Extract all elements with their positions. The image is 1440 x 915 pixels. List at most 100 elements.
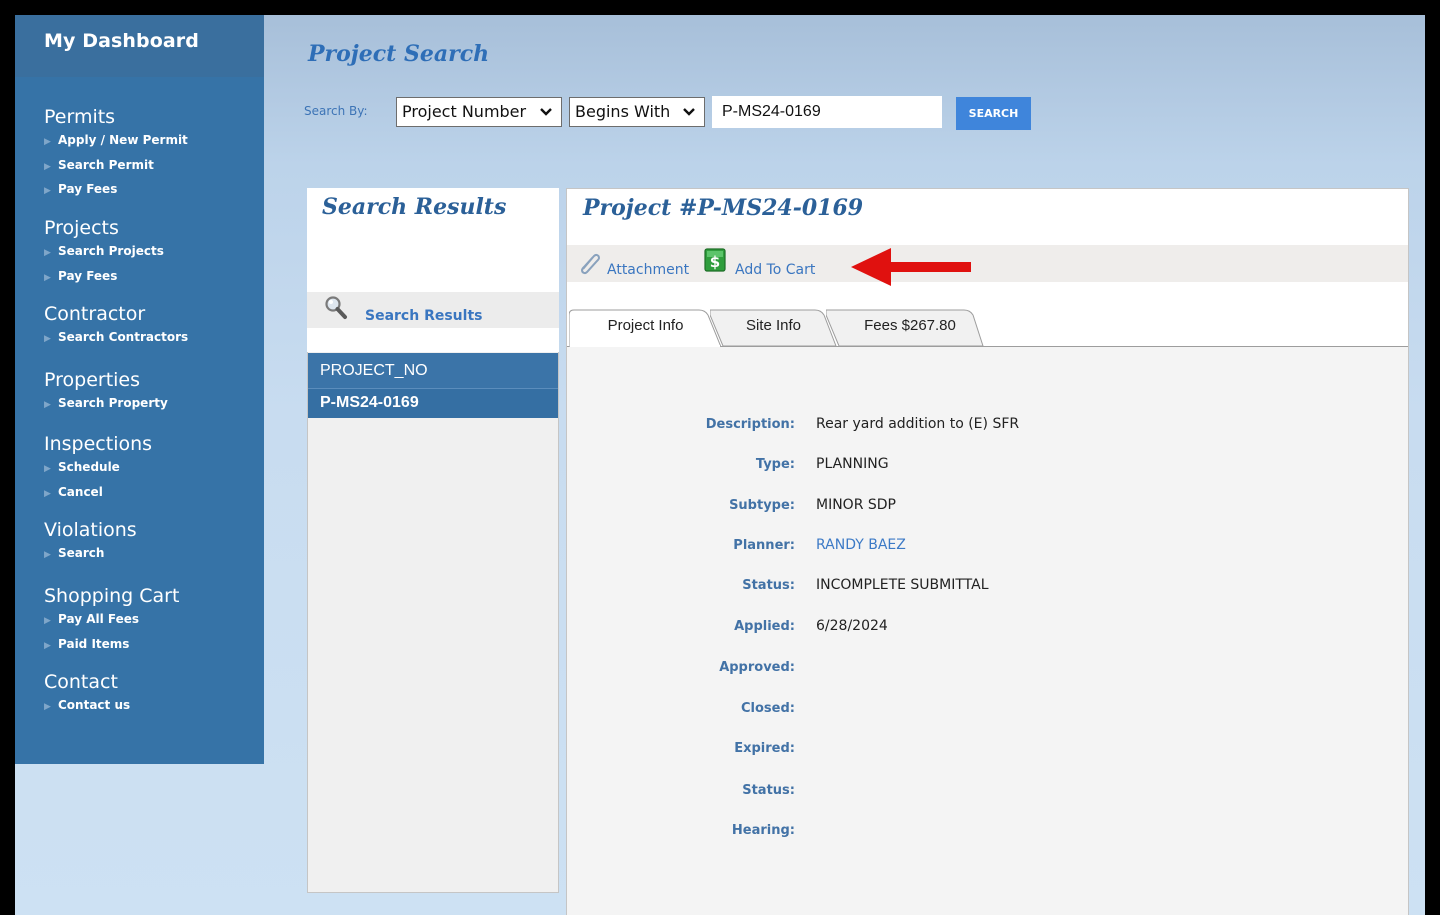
search-results-link[interactable]: Search Results: [365, 308, 482, 324]
svg-text:$: $: [710, 253, 720, 271]
sidebar-item-project-pay-fees[interactable]: ▶ Pay Fees: [44, 265, 164, 290]
sidebar-item-label: Pay All Fees: [58, 612, 140, 626]
sidebar-item-search-contractors[interactable]: ▶ Search Contractors: [44, 326, 188, 351]
triangle-right-icon: ▶: [44, 334, 51, 344]
tab-label: Site Info: [745, 317, 802, 334]
sidebar-item-search-permit[interactable]: ▶ Search Permit: [44, 154, 188, 179]
search-by-label: Search By:: [304, 104, 368, 118]
project-title: Project #P-MS24-0169: [583, 195, 864, 221]
field-label-description: Description:: [705, 417, 795, 432]
field-label-applied: Applied:: [734, 619, 795, 634]
project-info-details: Description: Rear yard addition to (E) S…: [567, 347, 1408, 915]
sidebar-item-label: Cancel: [58, 484, 103, 499]
sidebar-section-title: Violations: [44, 519, 137, 541]
field-value-type: PLANNING: [816, 456, 889, 472]
sidebar-section-violations: Violations ▶ Search: [44, 518, 137, 567]
sidebar-section-contractor: Contractor ▶ Search Contractors: [44, 302, 188, 351]
sidebar-section-title: Shopping Cart: [44, 585, 180, 607]
planner-link[interactable]: RANDY BAEZ: [816, 537, 906, 553]
sidebar-item-label: Paid Items: [58, 636, 130, 651]
red-arrow-icon: [851, 248, 971, 286]
results-row[interactable]: P-MS24-0169: [308, 388, 558, 418]
tab-fees[interactable]: Fees $267.80: [826, 309, 986, 347]
attachment-link[interactable]: Attachment: [607, 262, 689, 278]
sidebar-item-paid-items[interactable]: ▶ Paid Items: [44, 633, 179, 658]
search-input[interactable]: [712, 96, 942, 128]
match-type-select-value: Begins With: [575, 102, 671, 121]
tab-label: Fees $267.80: [864, 317, 956, 334]
sidebar-section-properties: Properties ▶ Search Property: [44, 368, 168, 417]
results-spacer: [307, 328, 559, 352]
triangle-right-icon: ▶: [44, 161, 51, 172]
sidebar-item-pay-all-fees[interactable]: ▶ Pay All Fees: [44, 608, 179, 633]
sidebar-dashboard-link[interactable]: My Dashboard: [15, 15, 264, 77]
sidebar-item-violations-search[interactable]: ▶ Search: [44, 542, 137, 567]
add-to-cart-link[interactable]: Add To Cart: [735, 262, 815, 278]
sidebar-section-title: Contact: [44, 671, 118, 693]
triangle-right-icon: ▶: [44, 400, 51, 410]
sidebar-item-label: Search Property: [58, 396, 168, 410]
sidebar-section-projects: Projects ▶ Search Projects ▶ Pay Fees: [44, 216, 164, 289]
triangle-right-icon: ▶: [44, 248, 51, 258]
sidebar-item-label: Contact us: [58, 698, 131, 712]
triangle-right-icon: ▶: [44, 488, 51, 499]
triangle-right-icon: ▶: [44, 272, 51, 283]
sidebar-item-cancel[interactable]: ▶ Cancel: [44, 481, 152, 506]
sidebar-item-permit-pay-fees[interactable]: ▶ Pay Fees: [44, 178, 188, 203]
triangle-right-icon: ▶: [44, 550, 51, 560]
field-value-subtype: MINOR SDP: [816, 497, 896, 513]
triangle-right-icon: ▶: [44, 464, 51, 474]
field-value-description: Rear yard addition to (E) SFR: [816, 416, 1020, 432]
chevron-down-icon: [683, 108, 695, 116]
sidebar-item-search-property[interactable]: ▶ Search Property: [44, 392, 168, 417]
sidebar-section-title: Permits: [44, 106, 116, 128]
sidebar-item-label: Pay Fees: [58, 268, 118, 283]
sidebar-item-label: Apply / New Permit: [58, 133, 188, 147]
sidebar-section-shopping-cart: Shopping Cart ▶ Pay All Fees ▶ Paid Items: [44, 584, 179, 657]
sidebar-item-label: Search Projects: [58, 244, 164, 258]
chevron-down-icon: [540, 108, 552, 116]
magnifier-icon: [325, 296, 347, 319]
sidebar-item-search-projects[interactable]: ▶ Search Projects: [44, 240, 164, 265]
sidebar-item-schedule[interactable]: ▶ Schedule: [44, 456, 152, 481]
sidebar-item-contact-us[interactable]: ▶ Contact us: [44, 694, 130, 719]
field-label-expired: Expired:: [734, 741, 795, 756]
sidebar-section-contact: Contact ▶ Contact us: [44, 670, 130, 719]
field-value-status: INCOMPLETE SUBMITTAL: [816, 577, 989, 593]
search-button[interactable]: SEARCH: [956, 97, 1031, 130]
paperclip-icon[interactable]: [577, 251, 603, 275]
field-label-type: Type:: [755, 457, 795, 472]
results-title: Search Results: [322, 194, 507, 220]
results-header: Search Results: [307, 188, 559, 293]
sidebar-item-apply-new-permit[interactable]: ▶ Apply / New Permit: [44, 129, 188, 154]
field-label-hearing: Hearing:: [731, 823, 795, 838]
sidebar-section-inspections: Inspections ▶ Schedule ▶ Cancel: [44, 432, 152, 505]
search-field-select[interactable]: Project Number: [396, 97, 562, 127]
field-label-approved: Approved:: [719, 660, 795, 675]
money-icon[interactable]: $: [703, 247, 727, 275]
tab-label: Project Info: [607, 317, 684, 334]
triangle-right-icon: ▶: [44, 640, 51, 651]
field-value-applied: 6/28/2024: [816, 618, 888, 634]
tab-project-info[interactable]: Project Info: [569, 309, 722, 347]
field-label-planner: Planner:: [733, 538, 795, 553]
app-window: My Dashboard Permits ▶ Apply / New Permit…: [15, 15, 1425, 915]
field-label-subtype: Subtype:: [729, 498, 795, 513]
search-field-select-value: Project Number: [402, 102, 527, 121]
field-label-status: Status:: [742, 578, 795, 593]
project-toolbar: Attachment $ Add To Cart: [567, 245, 1408, 282]
sidebar-section-title: Contractor: [44, 303, 146, 325]
field-label-status-2: Status:: [742, 783, 795, 798]
triangle-right-icon: ▶: [44, 702, 51, 712]
sidebar-item-label: Search Permit: [58, 157, 154, 172]
triangle-right-icon: ▶: [44, 616, 51, 626]
match-type-select[interactable]: Begins With: [569, 97, 705, 127]
triangle-right-icon: ▶: [44, 137, 51, 147]
sidebar: My Dashboard Permits ▶ Apply / New Permit…: [15, 15, 264, 764]
sidebar-item-label: Search: [58, 546, 105, 560]
sidebar-item-label: Schedule: [58, 460, 120, 474]
tab-site-info[interactable]: Site Info: [710, 309, 837, 347]
page-title: Project Search: [308, 41, 490, 67]
project-panel: Project #P-MS24-0169 Attachment $ Add To…: [566, 188, 1409, 915]
field-label-closed: Closed:: [741, 701, 795, 716]
